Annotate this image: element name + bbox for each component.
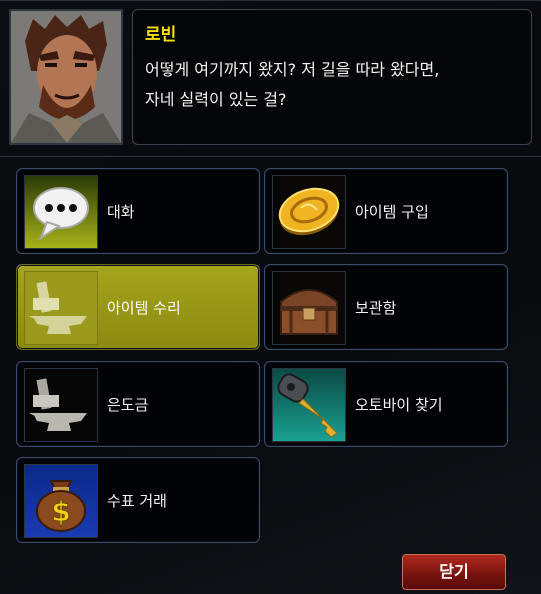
gold-coin-icon (272, 175, 346, 249)
menu-button-repair-item[interactable]: 아이템 수리 (16, 264, 260, 350)
menu-label: 은도금 (107, 396, 149, 414)
money-bag-icon: $ (24, 464, 98, 538)
menu-button-buy-item[interactable]: 아이템 구입 (264, 168, 508, 254)
anvil-hammer-icon (24, 271, 98, 345)
npc-name: 로빈 (145, 25, 177, 45)
npc-portrait (9, 9, 123, 145)
silver-anvil-icon (24, 368, 98, 442)
menu-button-check-trade[interactable]: $ 수표 거래 (16, 457, 260, 543)
divider (0, 156, 541, 157)
menu-label: 수표 거래 (107, 492, 167, 510)
motorcycle-key-icon (272, 368, 346, 442)
menu-button-storage[interactable]: 보관함 (264, 264, 508, 350)
npc-dialog-box: 로빈 어떻게 여기까지 왔지? 저 길을 따라 왔다면, 자네 실력이 있는 걸… (132, 9, 532, 145)
npc-dialog-text: 어떻게 여기까지 왔지? 저 길을 따라 왔다면, 자네 실력이 있는 걸? (145, 55, 525, 115)
treasure-chest-icon (272, 271, 346, 345)
menu-label: 아이템 수리 (107, 299, 181, 317)
menu-label: 보관함 (355, 299, 397, 317)
npc-dialog-window: 로빈 어떻게 여기까지 왔지? 저 길을 따라 왔다면, 자네 실력이 있는 걸… (0, 0, 541, 594)
close-button[interactable]: 닫기 (402, 554, 506, 590)
menu-label: 대화 (107, 203, 135, 221)
menu-label: 오토바이 찾기 (355, 396, 443, 414)
speech-bubble-icon (24, 175, 98, 249)
menu-button-find-motorcycle[interactable]: 오토바이 찾기 (264, 361, 508, 447)
menu-button-talk[interactable]: 대화 (16, 168, 260, 254)
svg-text:$: $ (51, 495, 70, 528)
dialog-line: 어떻게 여기까지 왔지? 저 길을 따라 왔다면, (145, 60, 440, 79)
menu-label: 아이템 구입 (355, 203, 429, 221)
menu-button-silver-plating[interactable]: 은도금 (16, 361, 260, 447)
dialog-line: 자네 실력이 있는 걸? (145, 90, 287, 109)
